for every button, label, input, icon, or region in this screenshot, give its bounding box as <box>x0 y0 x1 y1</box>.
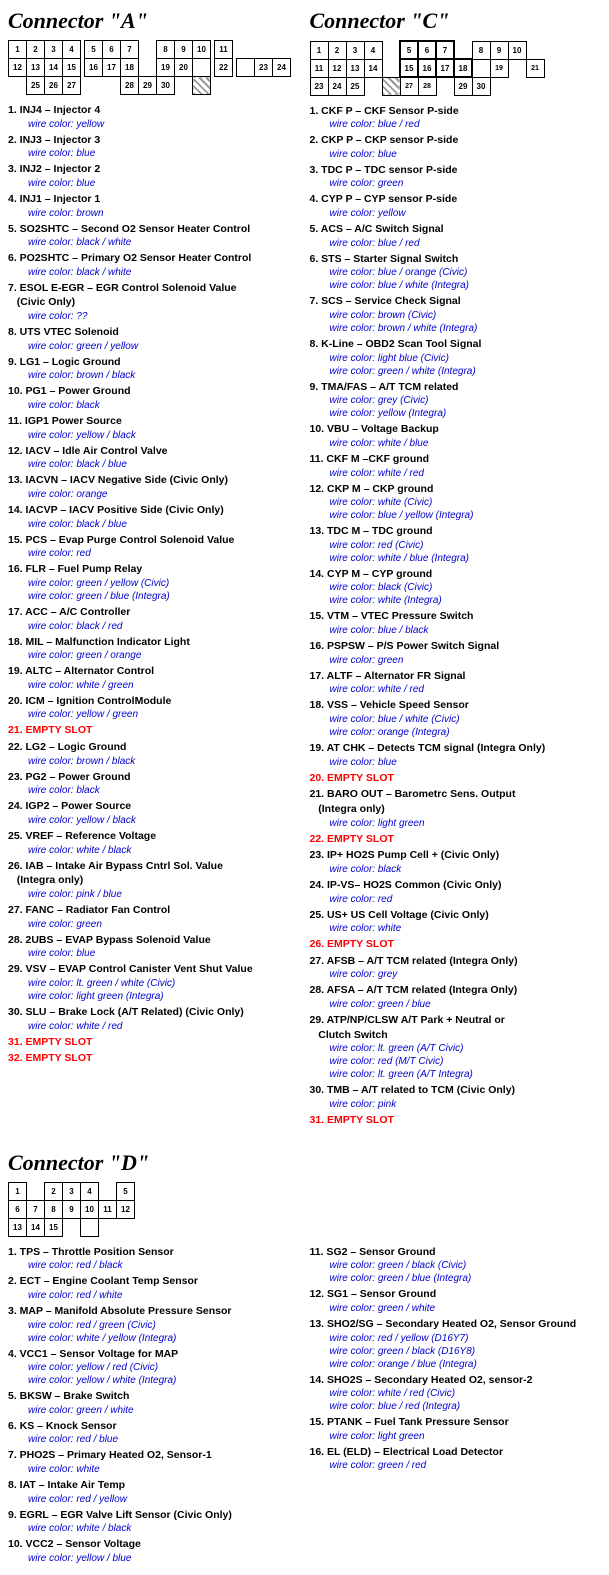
list-item: 19. AT CHK – Detects TCM signal (Integra… <box>310 741 602 769</box>
list-item: 3. INJ2 – Injector 2wire color: blue <box>8 162 300 190</box>
connector-d-header: Connector "D" 1 2 3 4 5 6 7 8 9 10 <box>8 1150 601 1245</box>
list-item: 13. TDC M – TDC groundwire color: red (C… <box>310 524 602 565</box>
list-item: 18. VSS – Vehicle Speed Sensorwire color… <box>310 698 602 739</box>
list-item: 6. KS – Knock Sensorwire color: red / bl… <box>8 1419 300 1447</box>
list-item: 21. BARO OUT – Barometrc Sens. Output (I… <box>310 787 602 829</box>
list-item: 8. UTS VTEC Solenoidwire color: green / … <box>8 325 300 353</box>
connector-d-pin-grid: 1 2 3 4 5 6 7 8 9 10 11 12 <box>8 1182 601 1237</box>
list-item: 15. VTM – VTEC Pressure Switchwire color… <box>310 609 602 637</box>
list-item: 29. ATP/NP/CLSW A/T Park + Neutral or Cl… <box>310 1013 602 1081</box>
list-item: 13. IACVN – IACV Negative Side (Civic On… <box>8 473 300 501</box>
list-item: 9. LG1 – Logic Groundwire color: brown /… <box>8 355 300 383</box>
list-item: 32. EMPTY SLOT <box>8 1051 300 1066</box>
list-item: 2. ECT – Engine Coolant Temp Sensorwire … <box>8 1274 300 1302</box>
list-item: 8. IAT – Intake Air Tempwire color: red … <box>8 1478 300 1506</box>
list-item: 5. SO2SHTC – Second O2 Sensor Heater Con… <box>8 222 300 250</box>
list-item: 22. EMPTY SLOT <box>310 832 602 847</box>
top-connectors-section: Connector "A" 1 2 3 4 5 6 7 8 9 10 <box>8 8 601 1140</box>
list-item: 6. STS – Starter Signal Switchwire color… <box>310 252 602 293</box>
list-item: 2. INJ3 – Injector 3wire color: blue <box>8 133 300 161</box>
list-item: 1. INJ4 – Injector 4wire color: yellow <box>8 103 300 131</box>
list-item: 25. US+ US Cell Voltage (Civic Only)wire… <box>310 908 602 936</box>
list-item: 11. CKF M –CKF groundwire color: white /… <box>310 452 602 480</box>
list-item: 14. CYP M – CYP groundwire color: black … <box>310 567 602 608</box>
list-item: 10. VBU – Voltage Backupwire color: whit… <box>310 422 602 450</box>
list-item: 23. IP+ HO2S Pump Cell + (Civic Only)wir… <box>310 848 602 876</box>
list-item: 21. EMPTY SLOT <box>8 723 300 738</box>
list-item: 29. VSV – EVAP Control Canister Vent Shu… <box>8 962 300 1003</box>
list-item: 18. MIL – Malfunction Indicator Lightwir… <box>8 635 300 663</box>
list-item: 20. EMPTY SLOT <box>310 771 602 786</box>
list-item: 4. INJ1 – Injector 1wire color: brown <box>8 192 300 220</box>
list-item: 27. FANC – Radiator Fan Controlwire colo… <box>8 903 300 931</box>
list-item: 31. EMPTY SLOT <box>310 1113 602 1128</box>
list-item: 7. PHO2S – Primary Heated O2, Sensor-1wi… <box>8 1448 300 1476</box>
list-item: 16. FLR – Fuel Pump Relaywire color: gre… <box>8 562 300 603</box>
list-item: 25. VREF – Reference Voltagewire color: … <box>8 829 300 857</box>
connector-c-items: 1. CKF P – CKF Sensor P-sidewire color: … <box>310 104 602 1128</box>
list-item: 19. ALTC – Alternator Controlwire color:… <box>8 664 300 692</box>
list-item: 27. AFSB – A/T TCM related (Integra Only… <box>310 954 602 982</box>
list-item: 10. VCC2 – Sensor Voltagewire color: yel… <box>8 1537 300 1565</box>
connector-c-title: Connector "C" <box>310 8 602 34</box>
list-item: 28. 2UBS – EVAP Bypass Solenoid Valuewir… <box>8 933 300 961</box>
list-item: 11. IGP1 Power Sourcewire color: yellow … <box>8 414 300 442</box>
list-item: 17. ALTF – Alternator FR Signalwire colo… <box>310 669 602 697</box>
list-item: 30. SLU – Brake Lock (A/T Related) (Civi… <box>8 1005 300 1033</box>
list-item: 12. SG1 – Sensor Groundwire color: green… <box>310 1287 602 1315</box>
list-item: 8. K-Line – OBD2 Scan Tool Signalwire co… <box>310 337 602 378</box>
list-item: 15. PCS – Evap Purge Control Solenoid Va… <box>8 533 300 561</box>
connector-a-pin-grid: 1 2 3 4 5 6 7 8 9 10 11 12 13 <box>8 40 300 95</box>
list-item: 4. CYP P – CYP sensor P-sidewire color: … <box>310 192 602 220</box>
list-item: 7. ESOL E-EGR – EGR Control Solenoid Val… <box>8 281 300 323</box>
list-item: 11. SG2 – Sensor Groundwire color: green… <box>310 1245 602 1286</box>
list-item: 17. ACC – A/C Controllerwire color: blac… <box>8 605 300 633</box>
connector-a-title: Connector "A" <box>8 8 300 34</box>
list-item: 6. PO2SHTC – Primary O2 Sensor Heater Co… <box>8 251 300 279</box>
list-item: 30. TMB – A/T related to TCM (Civic Only… <box>310 1083 602 1111</box>
list-item: 12. CKP M – CKP groundwire color: white … <box>310 482 602 523</box>
list-item: 26. EMPTY SLOT <box>310 937 602 952</box>
list-item: 9. EGRL – EGR Valve Lift Sensor (Civic O… <box>8 1508 300 1536</box>
list-item: 2. CKP P – CKP sensor P-sidewire color: … <box>310 133 602 161</box>
connector-c-pin-grid: 1 2 3 4 5 6 7 8 9 10 11 12 13 <box>310 40 602 96</box>
list-item: 14. IACVP – IACV Positive Side (Civic On… <box>8 503 300 531</box>
connector-a-section: Connector "A" 1 2 3 4 5 6 7 8 9 10 <box>8 8 300 1130</box>
list-item: 12. IACV – Idle Air Control Valvewire co… <box>8 444 300 472</box>
list-item: 7. SCS – Service Check Signalwire color:… <box>310 294 602 335</box>
list-item: 22. LG2 – Logic Groundwire color: brown … <box>8 740 300 768</box>
connector-d-right-items: 11. SG2 – Sensor Groundwire color: green… <box>310 1245 602 1567</box>
connector-d-title: Connector "D" <box>8 1150 601 1176</box>
list-item: 24. IGP2 – Power Sourcewire color: yello… <box>8 799 300 827</box>
connector-c-section: Connector "C" 1 2 3 4 5 6 7 8 9 10 <box>310 8 602 1130</box>
list-item: 23. PG2 – Power Groundwire color: black <box>8 770 300 798</box>
list-item: 20. ICM – Ignition ControlModulewire col… <box>8 694 300 722</box>
list-item: 31. EMPTY SLOT <box>8 1035 300 1050</box>
list-item: 1. TPS – Throttle Position Sensorwire co… <box>8 1245 300 1273</box>
list-item: 9. TMA/FAS – A/T TCM relatedwire color: … <box>310 380 602 421</box>
list-item: 3. MAP – Manifold Absolute Pressure Sens… <box>8 1304 300 1345</box>
bottom-connectors-section: Connector "D" 1 2 3 4 5 6 7 8 9 10 <box>8 1150 601 1567</box>
list-item: 1. CKF P – CKF Sensor P-sidewire color: … <box>310 104 602 132</box>
list-item: 14. SHO2S – Secondary Heated O2, sensor-… <box>310 1373 602 1414</box>
connector-d-left-items: 1. TPS – Throttle Position Sensorwire co… <box>8 1245 300 1567</box>
list-item: 5. ACS – A/C Switch Signalwire color: bl… <box>310 222 602 250</box>
list-item: 4. VCC1 – Sensor Voltage for MAPwire col… <box>8 1347 300 1388</box>
list-item: 13. SHO2/SG – Secondary Heated O2, Senso… <box>310 1317 602 1371</box>
list-item: 26. IAB – Intake Air Bypass Cntrl Sol. V… <box>8 859 300 901</box>
list-item: 16. PSPSW – P/S Power Switch Signalwire … <box>310 639 602 667</box>
list-item: 28. AFSA – A/T TCM related (Integra Only… <box>310 983 602 1011</box>
list-item: 15. PTANK – Fuel Tank Pressure Sensorwir… <box>310 1415 602 1443</box>
list-item: 10. PG1 – Power Groundwire color: black <box>8 384 300 412</box>
connector-a-items: 1. INJ4 – Injector 4wire color: yellow 2… <box>8 103 300 1066</box>
list-item: 16. EL (ELD) – Electrical Load Detectorw… <box>310 1445 602 1473</box>
list-item: 5. BKSW – Brake Switchwire color: green … <box>8 1389 300 1417</box>
list-item: 3. TDC P – TDC sensor P-sidewire color: … <box>310 163 602 191</box>
list-item: 24. IP-VS– HO2S Common (Civic Only)wire … <box>310 878 602 906</box>
